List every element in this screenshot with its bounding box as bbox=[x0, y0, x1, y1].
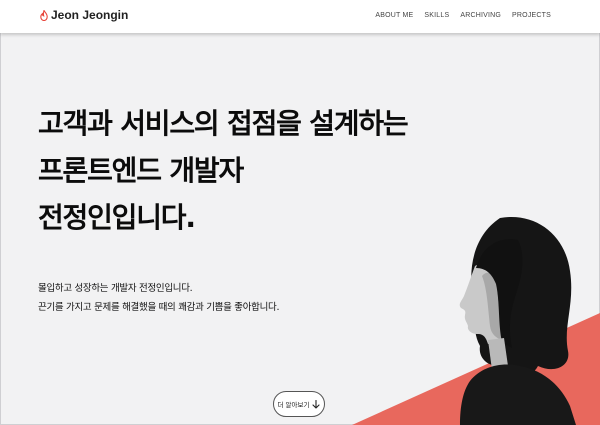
brand-name: Jeon Jeongin bbox=[51, 8, 129, 22]
description-line-1: 몰입하고 성장하는 개발자 전정인입니다. bbox=[38, 283, 193, 294]
arrow-down-icon bbox=[312, 399, 321, 409]
main-nav: ABOUT ME SKILLS ARCHIVING PROJECTS bbox=[375, 12, 551, 19]
flame-icon bbox=[40, 9, 48, 21]
hero-headline: 고객과 서비스의 접점을 설계하는 프론트엔드 개발자 전정인입니다. bbox=[38, 100, 409, 241]
headline-line-1: 고객과 서비스의 접점을 설계하는 bbox=[38, 107, 409, 140]
portrait-photo bbox=[459, 217, 576, 425]
brand[interactable]: Jeon Jeongin bbox=[40, 8, 128, 22]
headline-line-3: 전정인입니다. bbox=[38, 201, 196, 234]
nav-about-me[interactable]: ABOUT ME bbox=[375, 12, 413, 19]
description-line-2: 끈기를 가지고 문제를 해결했을 때의 쾌감과 기쁨을 좋아합니다. bbox=[38, 302, 280, 313]
headline-line-2: 프론트엔드 개발자 bbox=[38, 154, 244, 187]
nav-projects[interactable]: PROJECTS bbox=[512, 12, 551, 19]
learn-more-button[interactable]: 더 알아보기 bbox=[273, 391, 325, 417]
nav-archiving[interactable]: ARCHIVING bbox=[460, 12, 501, 19]
site-header: Jeon Jeongin ABOUT ME SKILLS ARCHIVING P… bbox=[0, 0, 600, 33]
nav-skills[interactable]: SKILLS bbox=[424, 12, 449, 19]
hero-description: 몰입하고 성장하는 개발자 전정인입니다. 끈기를 가지고 문제를 해결했을 때… bbox=[38, 279, 280, 317]
learn-more-label: 더 알아보기 bbox=[277, 401, 310, 409]
